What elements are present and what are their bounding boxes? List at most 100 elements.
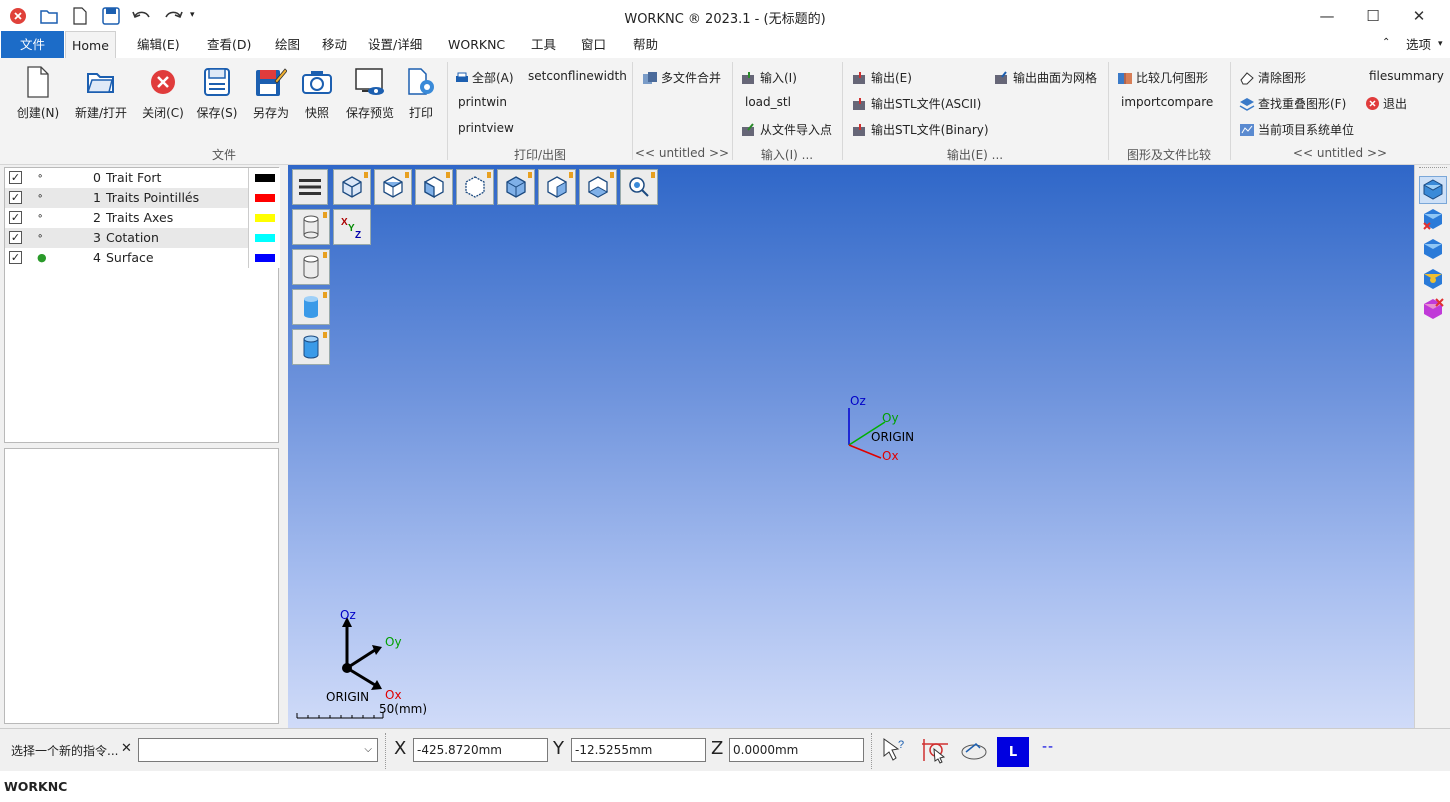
- layer-color-swatch[interactable]: [248, 208, 280, 228]
- layer-visible-checkbox[interactable]: ✓: [9, 171, 22, 184]
- options-dropdown-icon[interactable]: ▾: [1438, 39, 1443, 49]
- compare-geometry-button[interactable]: 比较几何图形: [1117, 69, 1208, 86]
- layer-color-swatch[interactable]: [248, 248, 280, 268]
- zoom-fit-button[interactable]: [620, 169, 658, 205]
- layer-visible-checkbox[interactable]: ✓: [9, 191, 22, 204]
- layer-color-swatch[interactable]: [248, 228, 280, 248]
- view-top-button[interactable]: [374, 169, 412, 205]
- command-dropdown[interactable]: ⌵: [138, 738, 378, 762]
- select-pointer-button[interactable]: ?: [880, 736, 910, 767]
- snap-point-button[interactable]: [920, 736, 950, 767]
- menu-settings[interactable]: 设置/详细: [362, 31, 428, 58]
- hide-entity-button[interactable]: [1421, 207, 1445, 231]
- find-overlap-button[interactable]: 查找重叠图形(F): [1239, 95, 1346, 112]
- save-preview-button[interactable]: 保存预览: [342, 64, 398, 121]
- y-coordinate-field[interactable]: -12.5255mm: [571, 738, 706, 762]
- filesummary-button[interactable]: filesummary: [1369, 69, 1444, 83]
- new-document-icon: [20, 64, 56, 100]
- menu-options[interactable]: 选项: [1400, 31, 1437, 58]
- layer-color-swatch[interactable]: [248, 168, 280, 188]
- highlight-entity-button[interactable]: [1421, 267, 1445, 291]
- display-shaded-button[interactable]: [292, 289, 330, 325]
- layer-row[interactable]: ✓ ∘ 2 Traits Axes: [5, 208, 280, 228]
- output-surface-mesh-button[interactable]: 输出曲面为网格: [994, 69, 1097, 86]
- cube-remove-icon: [1423, 209, 1442, 230]
- import-points-button[interactable]: 从文件导入点: [741, 121, 832, 138]
- menu-tools[interactable]: 工具: [525, 31, 562, 58]
- shaded-mode-button[interactable]: [1419, 176, 1447, 204]
- preview-monitor-icon: [352, 64, 388, 100]
- system-units-button[interactable]: 当前项目系统单位: [1239, 121, 1354, 138]
- clear-graphics-button[interactable]: 清除图形: [1239, 69, 1306, 86]
- layer-row[interactable]: ✓ ● 4 Surface: [5, 248, 280, 268]
- save-as-button[interactable]: 另存为: [248, 64, 294, 121]
- view-bottom-button[interactable]: [579, 169, 617, 205]
- output-stl-binary-button[interactable]: 输出STL文件(Binary): [852, 121, 989, 138]
- printwin-button[interactable]: printwin: [458, 95, 507, 109]
- setconflinewidth-button[interactable]: setconflinewidth: [528, 69, 627, 83]
- new-open-button[interactable]: 新建/打开: [70, 64, 132, 121]
- print-all-button[interactable]: 全部(A): [455, 69, 514, 86]
- view-right-button[interactable]: [497, 169, 535, 205]
- menu-file[interactable]: 文件: [1, 31, 64, 58]
- print-button[interactable]: 打印: [402, 64, 440, 121]
- layer-visible-checkbox[interactable]: ✓: [9, 251, 22, 264]
- graphics-viewport[interactable]: XYZ Oz Oy ORIGIN Ox Oz Oy Ox ORIGIN 50(m…: [288, 165, 1414, 728]
- tab-home[interactable]: Home: [65, 31, 116, 58]
- snapshot-button[interactable]: 快照: [298, 64, 336, 121]
- export-stl-icon: [853, 97, 865, 110]
- menu-move[interactable]: 移动: [316, 31, 353, 58]
- dynamic-view-button[interactable]: [960, 736, 990, 767]
- current-layer-badge[interactable]: L: [997, 737, 1029, 767]
- line-style-indicator[interactable]: --: [1042, 739, 1054, 755]
- close-button[interactable]: 关闭(C): [138, 64, 188, 121]
- multi-file-merge-button[interactable]: 多文件合并: [642, 69, 721, 86]
- view-menu-button[interactable]: [292, 169, 328, 205]
- eraser-icon: [1240, 71, 1254, 84]
- layer-number: 2: [93, 210, 101, 225]
- save-as-icon: [253, 64, 289, 100]
- menu-view[interactable]: 查看(D): [201, 31, 257, 58]
- menu-help[interactable]: 帮助: [627, 31, 664, 58]
- z-coordinate-field[interactable]: 0.0000mm: [729, 738, 864, 762]
- camera-icon: [299, 64, 335, 100]
- create-button[interactable]: 创建(N): [14, 64, 62, 121]
- view-front-button[interactable]: [415, 169, 453, 205]
- layer-visible-checkbox[interactable]: ✓: [9, 231, 22, 244]
- printview-button[interactable]: printview: [458, 121, 514, 135]
- input-button[interactable]: 输入(I): [741, 69, 797, 86]
- save-button[interactable]: 保存(S): [194, 64, 240, 121]
- x-coordinate-field[interactable]: -425.8720mm: [413, 738, 548, 762]
- output-stl-ascii-button[interactable]: 输出STL文件(ASCII): [852, 95, 981, 112]
- menu-draw[interactable]: 绘图: [269, 31, 306, 58]
- layer-number: 4: [93, 250, 101, 265]
- maximize-button[interactable]: ☐: [1350, 0, 1396, 31]
- delete-entity-button[interactable]: [1421, 297, 1445, 321]
- clear-command-icon[interactable]: ✕: [121, 741, 132, 756]
- output-button[interactable]: 输出(E): [852, 69, 912, 86]
- display-hidden-button[interactable]: [292, 249, 330, 285]
- load-stl-button[interactable]: load_stl: [745, 95, 791, 109]
- view-iso-button[interactable]: [333, 169, 371, 205]
- menu-bar: 文件 Home 编辑(E) 查看(D) 绘图 移动 设置/详细 WORKNC 工…: [0, 31, 1450, 58]
- exit-button[interactable]: 退出: [1365, 95, 1407, 112]
- view-left-button[interactable]: [538, 169, 576, 205]
- layer-visible-checkbox[interactable]: ✓: [9, 211, 22, 224]
- display-shaded-edges-button[interactable]: [292, 329, 330, 365]
- minimize-button[interactable]: —: [1304, 0, 1350, 31]
- layer-color-swatch[interactable]: [248, 188, 280, 208]
- menu-worknc[interactable]: WORKNC: [442, 31, 511, 58]
- layer-row[interactable]: ✓ ∘ 1 Traits Pointillés: [5, 188, 280, 208]
- layer-row[interactable]: ✓ ∘ 3 Cotation: [5, 228, 280, 248]
- layer-row[interactable]: ✓ ∘ 0 Trait Fort: [5, 168, 280, 188]
- close-window-button[interactable]: ✕: [1396, 0, 1442, 31]
- show-entity-button[interactable]: [1421, 237, 1445, 261]
- collapse-ribbon-icon[interactable]: ⌃: [1382, 37, 1390, 48]
- display-wireframe-button[interactable]: [292, 209, 330, 245]
- importcompare-button[interactable]: importcompare: [1121, 95, 1213, 109]
- menu-window[interactable]: 窗口: [575, 31, 612, 58]
- menu-edit[interactable]: 编辑(E): [131, 31, 186, 58]
- axis-xyz-button[interactable]: XYZ: [333, 209, 371, 245]
- view-back-button[interactable]: [456, 169, 494, 205]
- cube-top-icon: [383, 176, 403, 198]
